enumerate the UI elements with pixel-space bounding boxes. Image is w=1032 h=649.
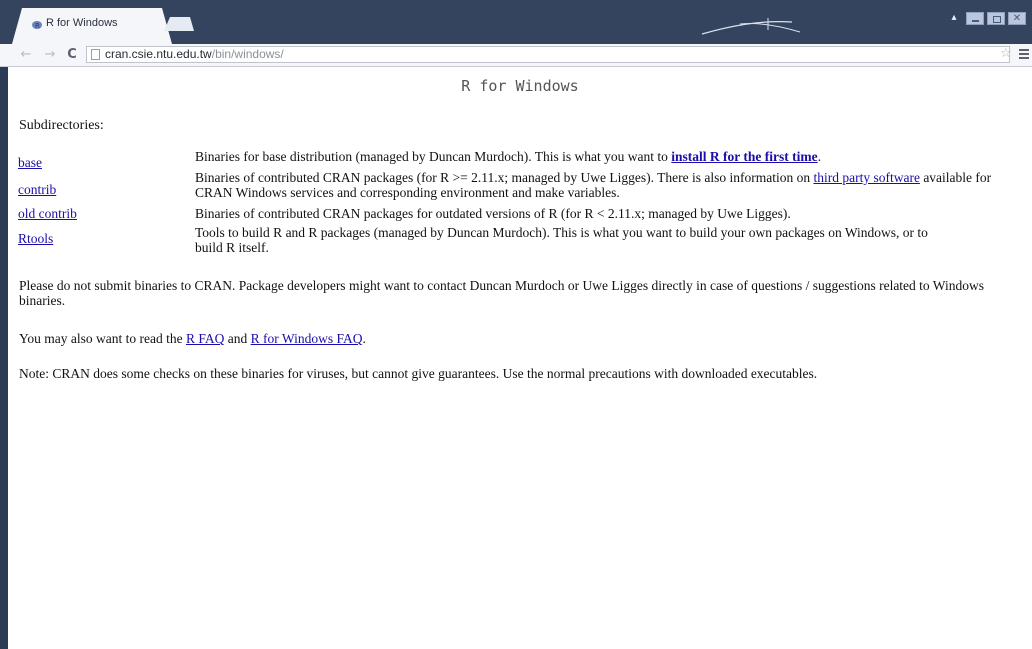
desc-text: Tools to build R and R packages (managed…: [195, 225, 928, 255]
url-host: cran.csie.ntu.edu.tw: [105, 47, 212, 61]
desc-text: Binaries of contributed CRAN packages fo…: [195, 206, 791, 221]
bookmark-star-icon[interactable]: ☆: [1000, 46, 1012, 62]
link-base[interactable]: base: [18, 155, 42, 170]
page-content: R for Windows Subdirectories: base Binar…: [8, 67, 1032, 649]
url-text[interactable]: cran.csie.ntu.edu.tw/bin/windows/: [105, 47, 284, 62]
link-install-r[interactable]: install R for the first time: [671, 149, 817, 164]
link-rtools[interactable]: Rtools: [18, 231, 53, 246]
link-contrib[interactable]: contrib: [18, 182, 56, 197]
faq-text-mid: and: [224, 331, 251, 346]
subdirectories-table: base Binaries for base distribution (man…: [18, 149, 998, 257]
row-description: Tools to build R and R packages (managed…: [195, 223, 998, 257]
user-icon[interactable]: ▴: [945, 11, 963, 25]
row-description: Binaries of contributed CRAN packages fo…: [195, 202, 998, 223]
r-logo-icon: R: [32, 21, 42, 30]
address-bar[interactable]: cran.csie.ntu.edu.tw/bin/windows/: [86, 46, 1010, 63]
desc-text: Binaries of contributed CRAN packages (f…: [195, 170, 814, 185]
window-titlebar: R R for Windows × ▴ ✕: [0, 0, 1032, 44]
virus-note: Note: CRAN does some checks on these bin…: [19, 366, 818, 381]
minimize-button[interactable]: [966, 11, 984, 25]
binaries-notice: Please do not submit binaries to CRAN. P…: [19, 278, 985, 308]
link-r-windows-faq[interactable]: R for Windows FAQ: [251, 331, 363, 346]
svg-text:R: R: [35, 22, 40, 30]
new-tab-button[interactable]: [164, 17, 194, 31]
faq-text-start: You may also want to read the: [19, 331, 186, 346]
faq-paragraph: You may also want to read the R FAQ and …: [19, 331, 1009, 346]
forward-arrow-icon[interactable]: →: [42, 47, 58, 63]
desc-text: Binaries for base distribution (managed …: [195, 149, 672, 164]
link-old-contrib[interactable]: old contrib: [18, 206, 77, 221]
table-row: old contrib Binaries of contributed CRAN…: [18, 202, 998, 223]
link-r-faq[interactable]: R FAQ: [186, 331, 224, 346]
page-title: R for Windows: [461, 77, 579, 95]
window-controls: ▴ ✕: [945, 10, 1026, 26]
table-row: Rtools Tools to build R and R packages (…: [18, 223, 998, 257]
row-description: Binaries of contributed CRAN packages (f…: [195, 170, 998, 202]
close-window-button[interactable]: ✕: [1008, 11, 1026, 25]
reload-icon[interactable]: C: [64, 47, 80, 63]
decorative-swoosh-icon: [701, 18, 801, 35]
back-arrow-icon[interactable]: ←: [18, 47, 34, 63]
maximize-button[interactable]: [987, 11, 1005, 25]
url-path: /bin/windows/: [211, 47, 284, 61]
page-icon: [91, 49, 100, 60]
table-row: base Binaries for base distribution (man…: [18, 149, 998, 170]
row-description: Binaries for base distribution (managed …: [195, 149, 998, 170]
tab-title: R for Windows: [46, 17, 118, 29]
table-row: contrib Binaries of contributed CRAN pac…: [18, 170, 998, 202]
menu-icon[interactable]: [1019, 49, 1029, 60]
desc-text-end: .: [817, 149, 822, 164]
faq-text-end: .: [362, 331, 366, 346]
browser-toolbar: ← → C cran.csie.ntu.edu.tw/bin/windows/ …: [0, 44, 1032, 67]
subdirectories-label: Subdirectories:: [19, 118, 104, 133]
link-third-party-software[interactable]: third party software: [813, 170, 919, 185]
